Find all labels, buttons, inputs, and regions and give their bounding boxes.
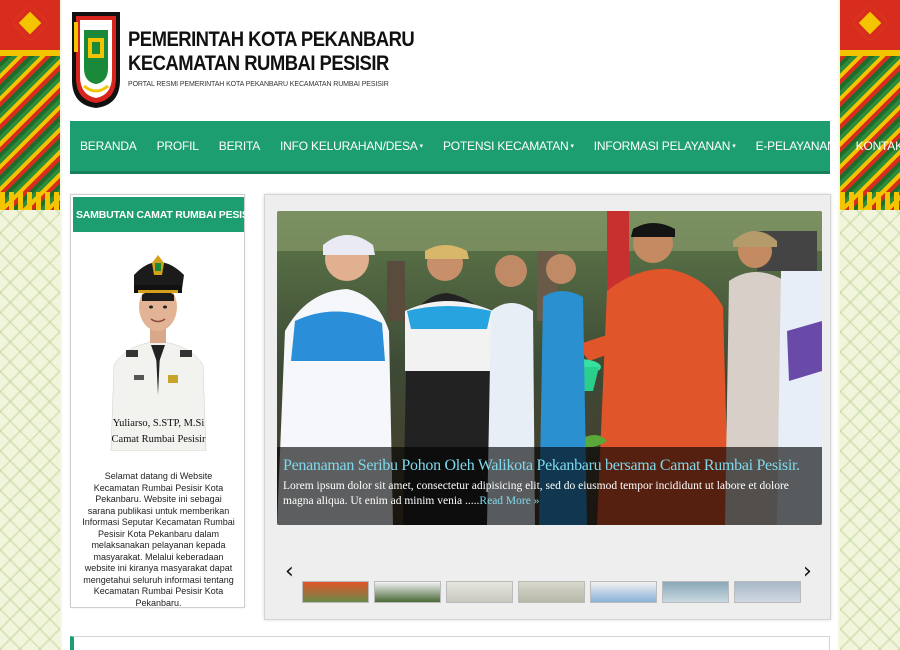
left-decorative-border [0, 0, 60, 650]
slide-caption: Penanaman Seribu Pohon Oleh Walikota Pek… [277, 447, 822, 525]
slider-thumbnail[interactable] [518, 581, 585, 603]
nav-item-label: PROFIL [156, 139, 199, 153]
caret-down-icon: ▾ [570, 143, 574, 150]
slider-thumbnails [302, 581, 802, 603]
slider-thumbnail[interactable] [446, 581, 513, 603]
nav-item-profil[interactable]: PROFIL [147, 121, 209, 171]
camat-welcome-widget: SAMBUTAN CAMAT RUMBAI PESISIR Yuliarso, … [70, 194, 259, 608]
next-arrow-icon[interactable]: › [803, 559, 812, 584]
songket-pattern [0, 0, 60, 210]
nav-item-label: POTENSI KECAMATAN [442, 139, 569, 153]
slide-image[interactable]: Penanaman Seribu Pohon Oleh Walikota Pek… [277, 211, 822, 525]
caption-title[interactable]: Penanaman Seribu Pohon Oleh Walikota Pek… [283, 457, 816, 475]
caret-down-icon: ▾ [732, 143, 736, 150]
right-decorative-border [840, 0, 900, 650]
camat-position: Camat Rumbai Pesisir [111, 434, 206, 445]
widget-heading: SAMBUTAN CAMAT RUMBAI PESISIR [73, 197, 259, 232]
nav-item-label: BERITA [218, 139, 261, 153]
slider-thumbnail[interactable] [590, 581, 657, 603]
nav-item-beranda[interactable]: BERANDA [70, 121, 147, 171]
nav-item-informasi-pelayanan[interactable]: INFORMASI PELAYANAN ▾ [584, 121, 746, 171]
news-slider: Penanaman Seribu Pohon Oleh Walikota Pek… [264, 194, 831, 620]
site-tagline: PORTAL RESMI PEMERINTAH KOTA PEKANBARU K… [128, 81, 389, 88]
songket-pattern [840, 0, 900, 210]
nav-item-label: INFORMASI PELAYANAN [593, 139, 731, 153]
welcome-text: Selamat datang di Website Kecamatan Rumb… [82, 471, 235, 608]
slider-thumbnail[interactable] [374, 581, 441, 603]
caret-down-icon: ▾ [419, 143, 424, 150]
nav-item-label: INFO KELURAHAN/DESA [280, 139, 418, 153]
site-title: PEMERINTAH KOTA PEKANBARU KECAMATAN RUMB… [128, 28, 415, 76]
site-header: PEMERINTAH KOTA PEKANBARU KECAMATAN RUMB… [70, 8, 830, 113]
prev-arrow-icon[interactable]: ‹ [285, 559, 294, 584]
nav-item-info-kelurahan-desa[interactable]: INFO KELURAHAN/DESA ▾ [270, 121, 433, 171]
nav-item-e-pelayanan[interactable]: E-PELAYANAN [746, 121, 846, 171]
page-container: PEMERINTAH KOTA PEKANBARU KECAMATAN RUMB… [62, 0, 900, 650]
nav-item-label: E-PELAYANAN [755, 139, 836, 153]
slider-thumbnail[interactable] [302, 581, 369, 603]
slider-thumbnail[interactable] [662, 581, 729, 603]
nav-item-label: BERANDA [80, 139, 137, 153]
nav-item-berita[interactable]: BERITA [209, 121, 270, 171]
nav-item-kontak-kami[interactable]: KONTAK KAMI▾ [846, 121, 900, 171]
site-title-line2: KECAMATAN RUMBAI PESISIR [128, 52, 389, 75]
read-more-link[interactable]: Read More » [479, 495, 539, 507]
nav-item-label: KONTAK KAMI [855, 139, 900, 153]
slider-thumbnail[interactable] [734, 581, 801, 603]
caption-text: Lorem ipsum dolor sit amet, consectetur … [283, 479, 816, 509]
camat-name: Yuliarso, S.STP, M.Si [112, 418, 205, 429]
nav-item-potensi-kecamatan[interactable]: POTENSI KECAMATAN ▾ [433, 121, 584, 171]
site-title-line1: PEMERINTAH KOTA PEKANBARU [128, 28, 415, 51]
main-navigation: BERANDA PROFIL BERITA INFO KELURAHAN/DESA ▾ P… [70, 121, 900, 174]
city-emblem-logo[interactable] [70, 10, 122, 110]
content-panel [70, 636, 830, 650]
